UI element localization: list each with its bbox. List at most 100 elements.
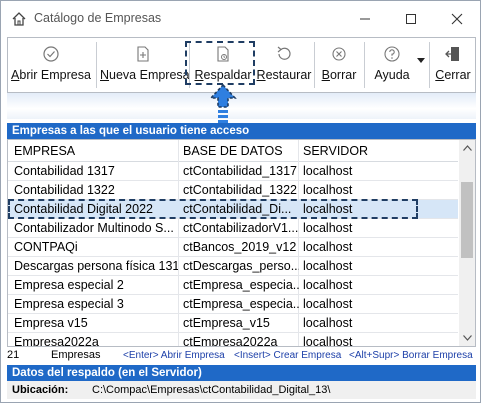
table-row[interactable]: Contabilizador Multinodo S... ctContabil…	[8, 219, 458, 238]
toolbar-separator	[96, 42, 97, 88]
backup-location-label: Ubicación:	[12, 384, 69, 396]
table-row[interactable]: Empresa2022a ctEmpresa2022a localhost	[8, 333, 458, 347]
exit-icon	[445, 47, 459, 61]
restore-label: estaurar	[265, 68, 312, 82]
new-document-icon	[137, 46, 149, 62]
close-icon	[451, 13, 463, 25]
cell-empresa: Empresa especial 3	[14, 297, 124, 311]
maximize-button[interactable]	[388, 1, 434, 37]
home-icon	[12, 12, 26, 26]
restore-icon	[277, 46, 291, 60]
cell-base-de-datos: ctEmpresa2022a	[183, 335, 278, 347]
column-header-base-de-datos[interactable]: BASE DE DATOS	[183, 144, 283, 158]
cell-empresa: Empresa especial 2	[14, 278, 124, 292]
scrollbar-thumb[interactable]	[461, 182, 473, 258]
table-row[interactable]: Contabilidad 1317 ctContabilidad_1317 lo…	[8, 162, 458, 181]
help-dropdown-button[interactable]	[415, 38, 427, 92]
check-circle-icon	[43, 46, 59, 62]
cell-base-de-datos: ctContabilidad_1317	[183, 164, 297, 178]
help-label: Ayuda	[374, 68, 410, 82]
restore-accel: R	[256, 68, 266, 82]
delete-accel: B	[321, 68, 330, 82]
new-company-accel: N	[100, 68, 110, 82]
scroll-down-button[interactable]	[459, 330, 475, 346]
hint-open-company: <Enter> Abrir Empresa	[123, 350, 225, 361]
help-icon	[384, 46, 400, 62]
cell-empresa: Descargas persona física 1311	[14, 259, 178, 273]
backup-location-row: Ubicación: C:\Compac\Empresas\ctContabil…	[7, 381, 476, 399]
cell-base-de-datos: ctDescargas_perso...	[183, 259, 299, 273]
delete-label: orrar	[329, 68, 357, 82]
toolbar-separator	[314, 42, 315, 88]
cell-base-de-datos: ctEmpresa_v15	[183, 316, 270, 330]
hint-create-company: <Insert> Crear Empresa	[234, 350, 342, 361]
cell-empresa: Contabilidad 1322	[14, 183, 115, 197]
selected-row-callout-box	[8, 199, 418, 219]
cell-base-de-datos: ctBancos_2019_v12	[183, 240, 297, 254]
restore-button[interactable]: Restaurar	[256, 38, 312, 92]
cell-servidor: localhost	[303, 164, 353, 178]
close-catalog-accel: C	[435, 68, 445, 82]
help-button[interactable]: Ayuda	[366, 38, 418, 92]
open-company-label: brir Empresa	[19, 68, 91, 82]
toolbar-separator	[364, 42, 365, 88]
backup-location-value: C:\Compac\Empresas\ctContabilidad_Digita…	[92, 384, 331, 396]
close-catalog-label: errar	[444, 68, 471, 82]
table-row[interactable]: Empresa especial 2 ctEmpresa_especia... …	[8, 276, 458, 295]
maximize-icon	[406, 14, 416, 24]
chevron-down-icon	[462, 335, 472, 341]
catalog-window: Catálogo de Empresas Abrir Empresa Nueva…	[0, 0, 481, 403]
new-company-button[interactable]: Nueva Empresa	[100, 38, 190, 92]
table-row[interactable]: Contabilidad 1322 ctContabilidad_1322 lo…	[8, 181, 458, 200]
cell-empresa: Contabilidad 1317	[14, 164, 115, 178]
cell-base-de-datos: ctEmpresa_especia...	[183, 297, 299, 311]
column-header-empresa[interactable]: EMPRESA	[14, 144, 75, 158]
cell-base-de-datos: ctContabilizadorV1...	[183, 221, 299, 235]
table-row[interactable]: Descargas persona física 1311 ctDescarga…	[8, 257, 458, 276]
cell-servidor: localhost	[303, 259, 353, 273]
scroll-up-button[interactable]	[459, 140, 475, 156]
table-header: EMPRESA BASE DE DATOS SERVIDOR	[8, 140, 458, 162]
banner-strip	[7, 93, 476, 119]
open-company-button[interactable]: Abrir Empresa	[10, 38, 92, 92]
company-count-label: Empresas	[51, 349, 101, 361]
window-title: Catálogo de Empresas	[34, 11, 162, 25]
minimize-icon	[360, 18, 370, 20]
chevron-up-icon	[462, 145, 472, 151]
delete-icon	[332, 47, 346, 61]
status-line: 21 Empresas <Enter> Abrir Empresa <Inser…	[7, 347, 476, 363]
cell-servidor: localhost	[303, 183, 353, 197]
cell-servidor: localhost	[303, 297, 353, 311]
companies-table: EMPRESA BASE DE DATOS SERVIDOR Contabili…	[7, 139, 476, 347]
close-catalog-button[interactable]: Cerrar	[431, 38, 475, 92]
minimize-button[interactable]	[342, 1, 388, 37]
cell-base-de-datos: ctContabilidad_1322	[183, 183, 297, 197]
cell-empresa: Empresa2022a	[14, 335, 99, 347]
hint-delete-company: <Alt+Supr> Borrar Empresa	[349, 350, 473, 361]
backup-callout-box	[185, 41, 255, 85]
cell-empresa: Contabilizador Multinodo S...	[14, 221, 174, 235]
new-company-label: ueva Empresa	[109, 68, 190, 82]
chevron-down-icon	[417, 58, 425, 63]
cell-empresa: Empresa v15	[14, 316, 88, 330]
cell-servidor: localhost	[303, 335, 353, 347]
title-bar: Catálogo de Empresas	[1, 1, 480, 37]
arrow-up-icon	[209, 83, 237, 123]
table-row[interactable]: Empresa especial 3 ctEmpresa_especia... …	[8, 295, 458, 314]
close-button[interactable]	[434, 1, 480, 37]
table-row[interactable]: Empresa v15 ctEmpresa_v15 localhost	[8, 314, 458, 333]
table-scrollbar[interactable]	[459, 140, 475, 346]
cell-empresa: CONTPAQi	[14, 240, 78, 254]
cell-servidor: localhost	[303, 221, 353, 235]
backup-section-header: Datos del respaldo (en el Servidor)	[7, 365, 476, 381]
cell-servidor: localhost	[303, 278, 353, 292]
table-row[interactable]: CONTPAQi ctBancos_2019_v12 localhost	[8, 238, 458, 257]
toolbar-separator	[429, 42, 430, 88]
cell-base-de-datos: ctEmpresa_especia...	[183, 278, 299, 292]
cell-servidor: localhost	[303, 240, 353, 254]
company-count: 21	[7, 349, 20, 361]
delete-button[interactable]: Borrar	[316, 38, 362, 92]
cell-servidor: localhost	[303, 316, 353, 330]
column-header-servidor[interactable]: SERVIDOR	[303, 144, 368, 158]
companies-section-header: Empresas a las que el usuario tiene acce…	[7, 123, 476, 139]
